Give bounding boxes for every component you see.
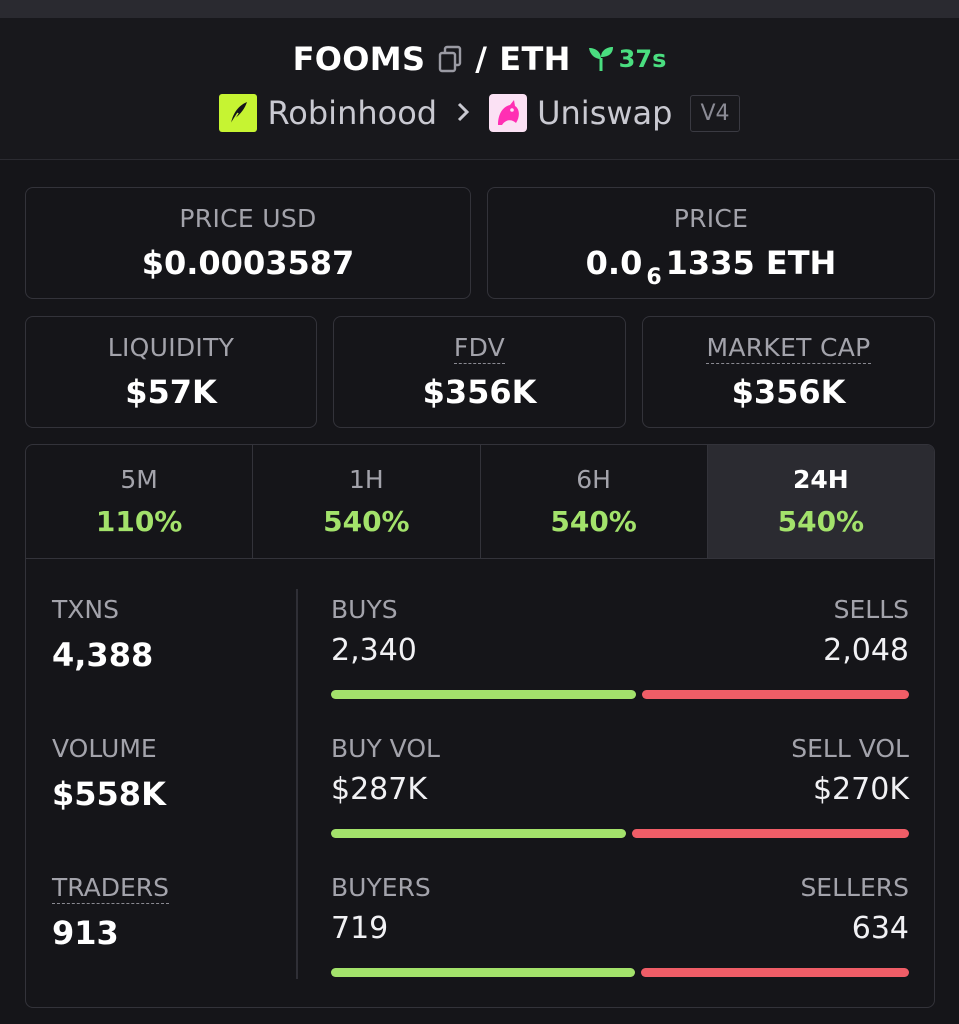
pair-title-row: FOOMS / ETH 37s <box>0 40 959 78</box>
tab-24h[interactable]: 24H 540% <box>707 445 934 558</box>
tab-24h-change: 540% <box>777 505 865 538</box>
version-badge: V4 <box>690 94 740 132</box>
breadcrumb: Robinhood Uniswap V4 <box>0 94 959 132</box>
buy-vol-bar <box>331 829 626 838</box>
pair-header: FOOMS / ETH 37s Robinhood Uniswap V4 <box>0 18 959 160</box>
seedling-icon <box>588 47 613 71</box>
chevron-right-icon <box>455 96 471 131</box>
volume-split-row: BUY VOL SELL VOL $287K $270K <box>331 734 909 844</box>
volume-value: $558K <box>52 775 166 813</box>
top-strip <box>0 0 959 18</box>
price-usd-label: PRICE USD <box>179 204 317 233</box>
tab-6h-label: 6H <box>576 465 611 494</box>
dex-name-link[interactable]: Uniswap <box>537 94 672 132</box>
txns-label: TXNS <box>52 595 119 624</box>
copy-icon[interactable] <box>437 45 463 73</box>
liquidity-card: LIQUIDITY $57K <box>25 316 317 428</box>
price-usd-value: $0.0003587 <box>141 244 355 282</box>
robinhood-feather-icon <box>219 94 258 132</box>
txns-value: 4,388 <box>52 636 154 674</box>
tab-24h-label: 24H <box>793 465 849 494</box>
traders-label[interactable]: TRADERS <box>52 873 170 904</box>
liquidity-label: LIQUIDITY <box>107 333 235 362</box>
buys-label: BUYS <box>331 595 398 624</box>
fdv-label[interactable]: FDV <box>453 333 506 364</box>
pair-quote-symbol: ETH <box>499 40 571 78</box>
buys-bar <box>331 690 636 699</box>
tab-6h-change: 540% <box>550 505 637 538</box>
sells-label: SELLS <box>833 595 909 624</box>
buyers-sellers-bar <box>331 968 909 977</box>
uniswap-unicorn-icon <box>489 94 528 132</box>
volume-stat: VOLUME $558K <box>52 734 166 813</box>
volume-split-bar <box>331 829 909 838</box>
tab-1h-change: 540% <box>323 505 410 538</box>
pair-age: 37s <box>587 45 667 73</box>
timeframe-tabs: 5M 110% 1H 540% 6H 540% 24H 540% <box>26 445 934 559</box>
market-cap-card: MARKET CAP $356K <box>642 316 935 428</box>
price-native-card: PRICE 0.0 6 1335 ETH <box>487 187 935 299</box>
tab-1h-label: 1H <box>349 465 384 494</box>
tab-5m-change: 110% <box>95 505 183 538</box>
buy-vol-label: BUY VOL <box>331 734 440 763</box>
pair-age-value: 37s <box>618 45 667 73</box>
stats-divider <box>296 589 298 979</box>
price-native-value: 0.0 6 1335 ETH <box>488 244 934 290</box>
price-zero-count: 6 <box>646 265 662 290</box>
price-usd-card: PRICE USD $0.0003587 <box>25 187 471 299</box>
buyers-value: 719 <box>331 911 389 946</box>
sells-bar <box>642 690 909 699</box>
buyers-label: BUYERS <box>331 873 431 902</box>
sell-vol-value: $270K <box>812 772 909 807</box>
buys-sells-bar <box>331 690 909 699</box>
fdv-card: FDV $356K <box>333 316 626 428</box>
pair-base-symbol: FOOMS <box>292 40 426 78</box>
sellers-bar <box>641 968 909 977</box>
traders-stat: TRADERS 913 <box>52 873 170 952</box>
price-prefix: 0.0 <box>585 244 643 282</box>
market-cap-label[interactable]: MARKET CAP <box>706 333 871 364</box>
buy-vol-value: $287K <box>331 772 428 807</box>
sell-vol-label: SELL VOL <box>791 734 909 763</box>
buys-value: 2,340 <box>331 633 417 668</box>
traders-value: 913 <box>52 914 119 952</box>
tab-5m-label: 5M <box>120 465 158 494</box>
sells-value: 2,048 <box>823 633 909 668</box>
market-cap-value: $356K <box>731 373 846 411</box>
tab-6h[interactable]: 6H 540% <box>481 445 708 558</box>
buyers-sellers-row: BUYERS SELLERS 719 634 <box>331 873 909 983</box>
sellers-label: SELLERS <box>800 873 909 902</box>
price-suffix: 1335 ETH <box>665 244 837 282</box>
txns-stat: TXNS 4,388 <box>52 595 153 674</box>
activity-panel: 5M 110% 1H 540% 6H 540% 24H 540% TXNS 4,… <box>25 444 935 1008</box>
liquidity-value: $57K <box>125 373 217 411</box>
tab-5m[interactable]: 5M 110% <box>26 445 254 558</box>
volume-label: VOLUME <box>52 734 157 763</box>
sell-vol-bar <box>632 829 909 838</box>
sellers-value: 634 <box>851 911 909 946</box>
buyers-bar <box>331 968 635 977</box>
fdv-value: $356K <box>422 373 537 411</box>
price-native-label: PRICE <box>673 204 749 233</box>
buys-sells-row: BUYS SELLS 2,340 2,048 <box>331 595 909 705</box>
tab-1h[interactable]: 1H 540% <box>253 445 481 558</box>
pair-separator: / <box>475 40 488 78</box>
chain-name-link[interactable]: Robinhood <box>267 94 437 132</box>
